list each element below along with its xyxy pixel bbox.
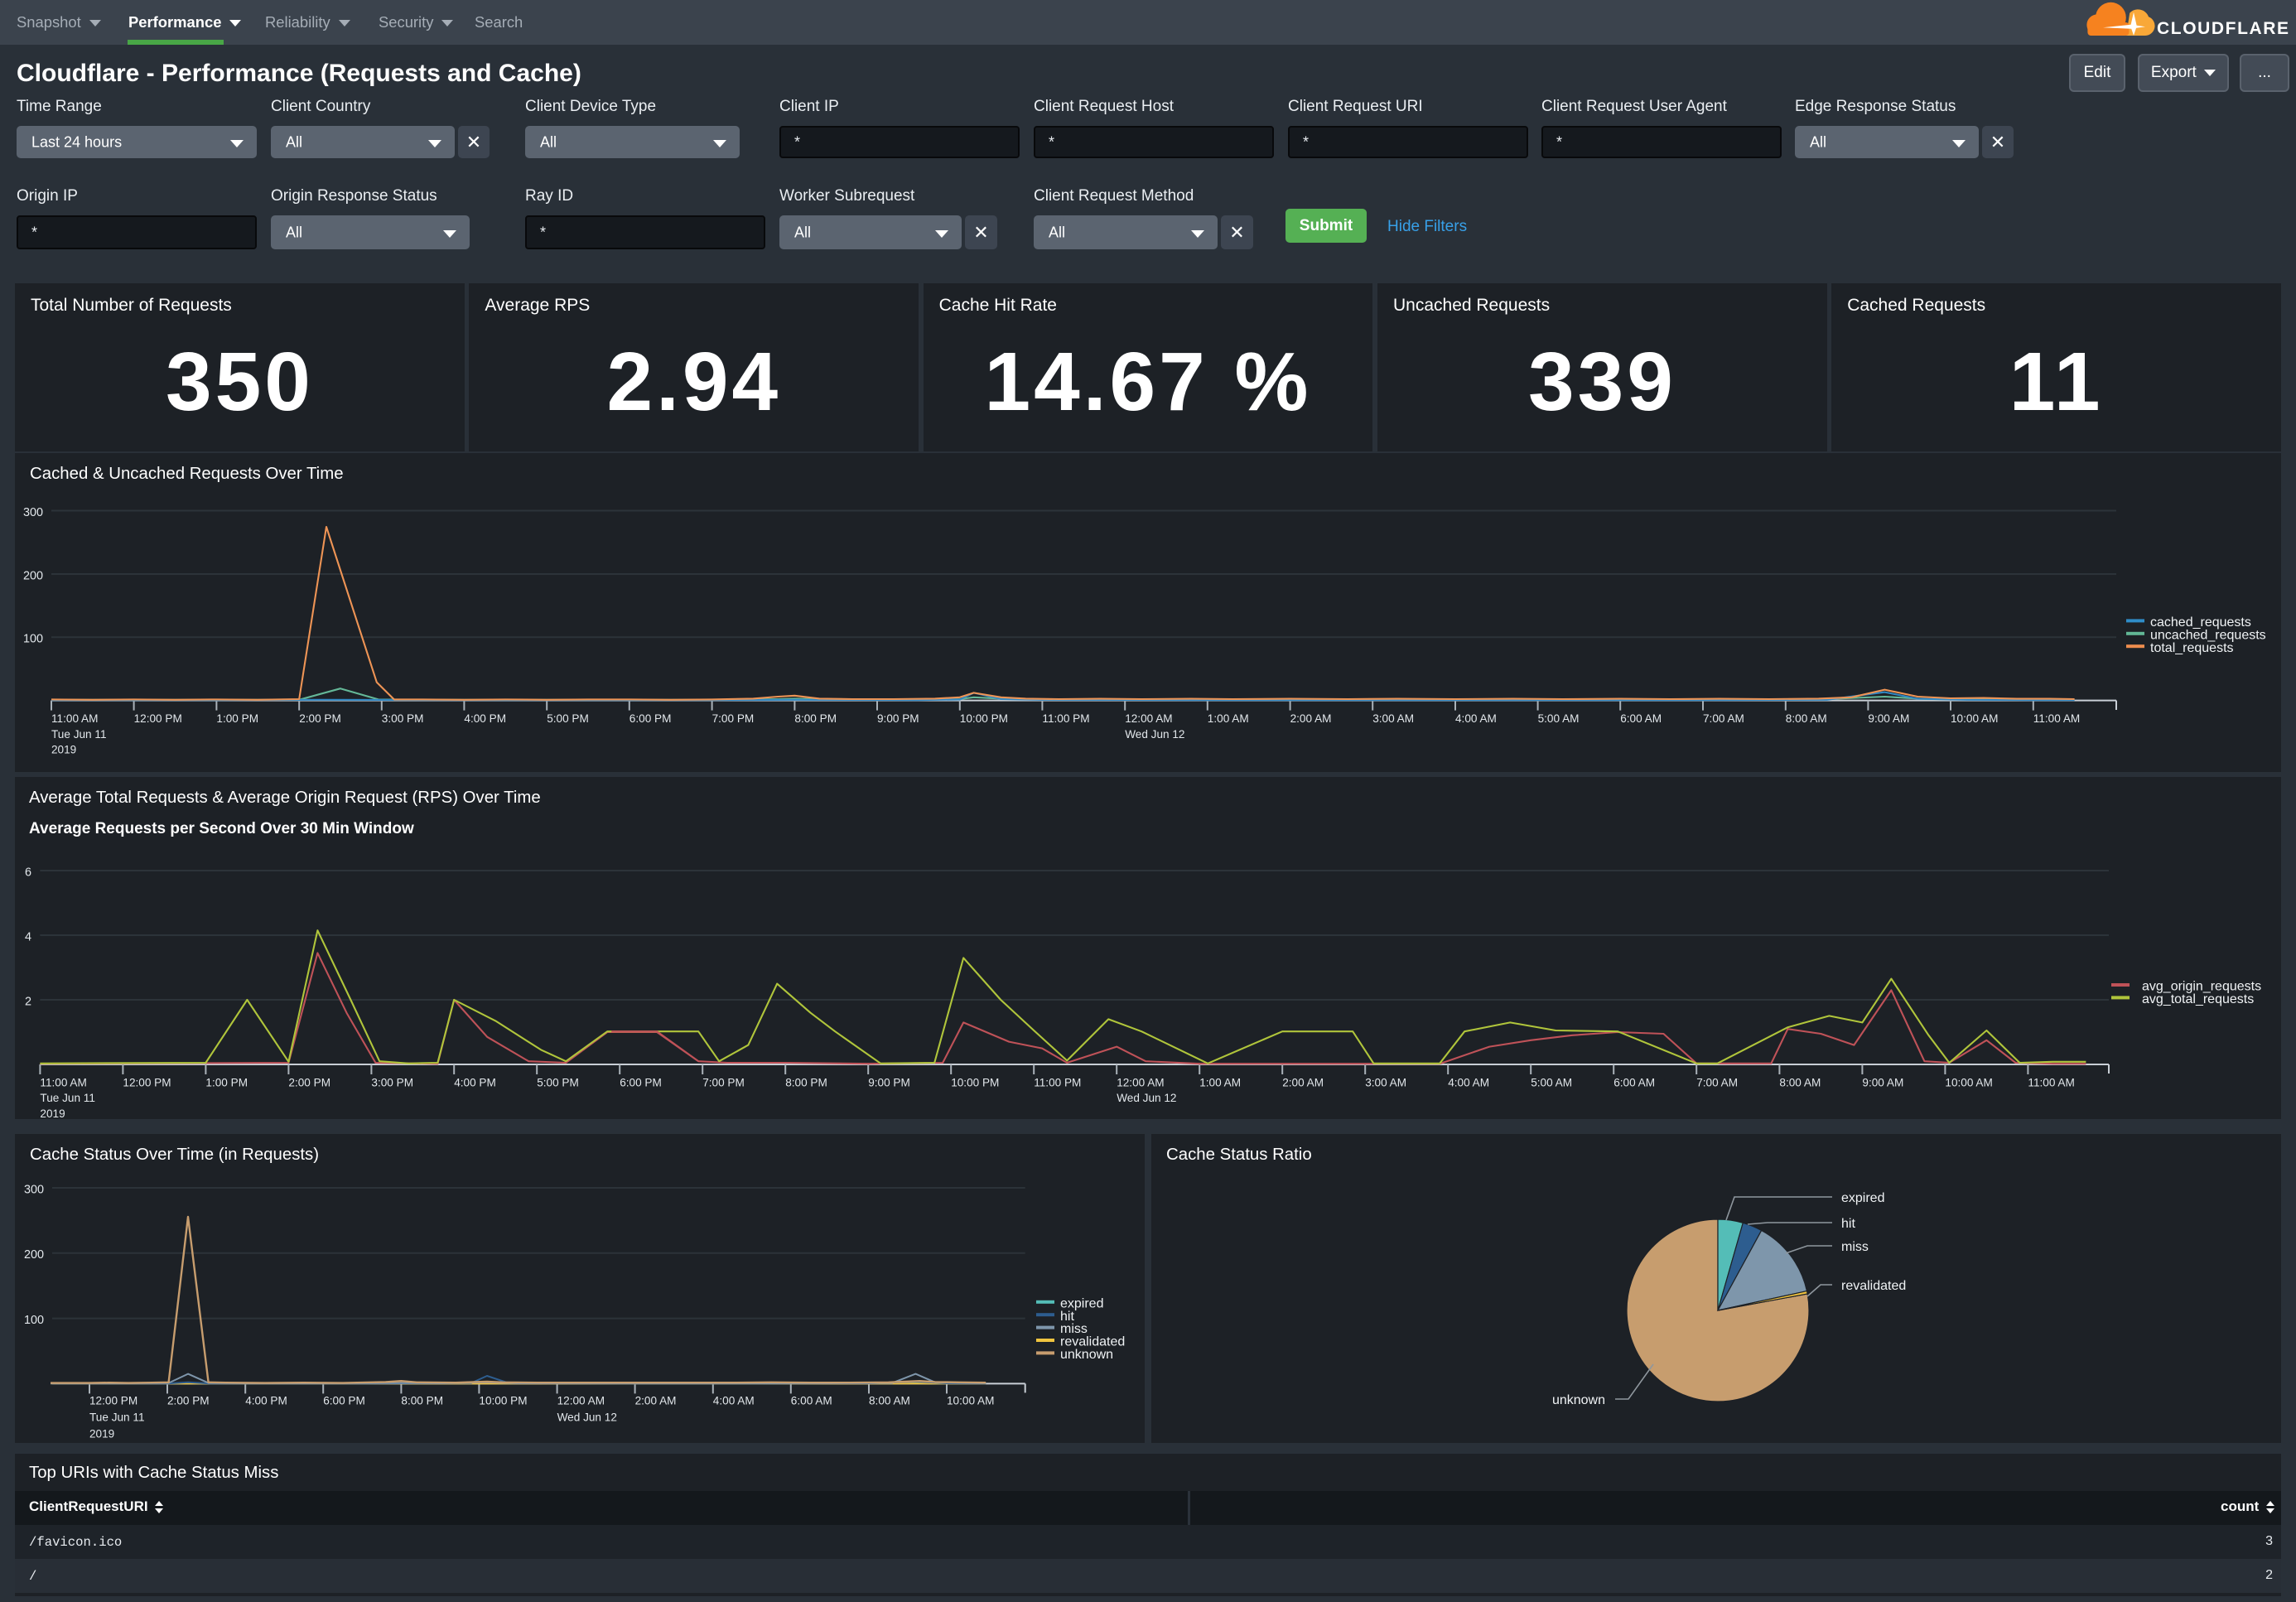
svg-text:hit: hit — [1841, 1217, 1855, 1231]
svg-text:12:00 PM: 12:00 PM — [134, 712, 182, 725]
svg-text:7:00 PM: 7:00 PM — [702, 1076, 745, 1088]
svg-text:9:00 AM: 9:00 AM — [1868, 712, 1909, 725]
svg-text:12:00 PM: 12:00 PM — [89, 1395, 137, 1407]
svg-text:100: 100 — [24, 1314, 44, 1327]
svg-text:10:00 PM: 10:00 PM — [960, 712, 1008, 725]
svg-text:6:00 PM: 6:00 PM — [629, 712, 672, 725]
svg-text:3:00 AM: 3:00 AM — [1372, 712, 1414, 725]
svg-text:4:00 PM: 4:00 PM — [245, 1395, 287, 1407]
svg-text:2019: 2019 — [89, 1428, 114, 1440]
svg-text:9:00 AM: 9:00 AM — [1862, 1076, 1903, 1088]
svg-text:expired: expired — [1841, 1191, 1884, 1205]
svg-text:2:00 AM: 2:00 AM — [1290, 712, 1332, 725]
svg-text:7:00 AM: 7:00 AM — [1696, 1076, 1738, 1088]
svg-text:6:00 AM: 6:00 AM — [1613, 1076, 1655, 1088]
svg-text:200: 200 — [23, 569, 43, 582]
svg-text:unknown: unknown — [1060, 1348, 1113, 1362]
svg-text:8:00 AM: 8:00 AM — [869, 1395, 910, 1407]
svg-text:10:00 PM: 10:00 PM — [479, 1395, 527, 1407]
svg-text:11:00 AM: 11:00 AM — [51, 712, 98, 725]
svg-text:6: 6 — [25, 866, 31, 879]
svg-text:2:00 PM: 2:00 PM — [288, 1076, 330, 1088]
svg-text:2019: 2019 — [51, 744, 76, 756]
svg-text:total_requests: total_requests — [2150, 641, 2234, 655]
svg-text:8:00 PM: 8:00 PM — [401, 1395, 443, 1407]
svg-text:miss: miss — [1841, 1240, 1869, 1254]
svg-text:1:00 AM: 1:00 AM — [1199, 1076, 1241, 1088]
svg-text:8:00 PM: 8:00 PM — [794, 712, 837, 725]
svg-text:2:00 PM: 2:00 PM — [299, 712, 341, 725]
svg-text:1:00 PM: 1:00 PM — [205, 1076, 248, 1088]
svg-text:9:00 PM: 9:00 PM — [877, 712, 919, 725]
svg-text:100: 100 — [23, 633, 43, 646]
svg-text:2019: 2019 — [40, 1107, 65, 1119]
svg-text:4:00 AM: 4:00 AM — [713, 1395, 755, 1407]
svg-text:12:00 AM: 12:00 AM — [557, 1395, 605, 1407]
svg-text:Tue Jun 11: Tue Jun 11 — [51, 728, 107, 741]
svg-text:8:00 PM: 8:00 PM — [785, 1076, 827, 1088]
svg-text:9:00 PM: 9:00 PM — [868, 1076, 910, 1088]
svg-text:2:00 PM: 2:00 PM — [167, 1395, 210, 1407]
svg-text:2:00 AM: 2:00 AM — [1282, 1076, 1324, 1088]
svg-text:3:00 PM: 3:00 PM — [371, 1076, 413, 1088]
svg-text:10:00 AM: 10:00 AM — [1945, 1076, 1992, 1088]
svg-text:5:00 PM: 5:00 PM — [537, 1076, 579, 1088]
svg-text:Wed Jun 12: Wed Jun 12 — [1117, 1092, 1176, 1104]
svg-text:Wed Jun 12: Wed Jun 12 — [557, 1411, 617, 1424]
svg-text:4:00 PM: 4:00 PM — [464, 712, 506, 725]
svg-text:6:00 PM: 6:00 PM — [323, 1395, 365, 1407]
svg-text:300: 300 — [24, 1183, 44, 1196]
svg-text:12:00 PM: 12:00 PM — [123, 1076, 171, 1088]
svg-text:8:00 AM: 8:00 AM — [1786, 712, 1827, 725]
svg-text:2: 2 — [25, 995, 31, 1008]
svg-text:avg_total_requests: avg_total_requests — [2142, 992, 2254, 1006]
svg-text:5:00 AM: 5:00 AM — [1538, 712, 1580, 725]
svg-text:6:00 AM: 6:00 AM — [1620, 712, 1662, 725]
svg-text:10:00 AM: 10:00 AM — [947, 1395, 994, 1407]
svg-text:6:00 PM: 6:00 PM — [620, 1076, 662, 1088]
svg-text:Tue Jun 11: Tue Jun 11 — [89, 1411, 145, 1424]
svg-text:11:00 PM: 11:00 PM — [1042, 712, 1089, 725]
svg-text:unknown: unknown — [1552, 1393, 1605, 1407]
svg-text:200: 200 — [24, 1248, 44, 1262]
svg-text:11:00 AM: 11:00 AM — [2028, 1076, 2074, 1088]
svg-text:11:00 AM: 11:00 AM — [40, 1076, 86, 1088]
svg-text:11:00 PM: 11:00 PM — [1034, 1076, 1081, 1088]
svg-text:10:00 PM: 10:00 PM — [951, 1076, 999, 1088]
svg-text:1:00 AM: 1:00 AM — [1208, 712, 1249, 725]
svg-text:2:00 AM: 2:00 AM — [635, 1395, 677, 1407]
svg-text:11:00 AM: 11:00 AM — [2033, 712, 2080, 725]
svg-text:8:00 AM: 8:00 AM — [1779, 1076, 1821, 1088]
svg-text:Wed Jun 12: Wed Jun 12 — [1125, 728, 1184, 741]
svg-text:10:00 AM: 10:00 AM — [1951, 712, 1998, 725]
svg-text:Tue Jun 11: Tue Jun 11 — [40, 1092, 95, 1104]
svg-text:7:00 PM: 7:00 PM — [712, 712, 755, 725]
svg-text:4:00 AM: 4:00 AM — [1455, 712, 1497, 725]
svg-text:4:00 PM: 4:00 PM — [454, 1076, 496, 1088]
svg-text:revalidated: revalidated — [1841, 1279, 1906, 1293]
svg-text:12:00 AM: 12:00 AM — [1125, 712, 1172, 725]
svg-text:3:00 AM: 3:00 AM — [1365, 1076, 1406, 1088]
svg-text:4:00 AM: 4:00 AM — [1448, 1076, 1489, 1088]
svg-text:4: 4 — [25, 930, 31, 943]
svg-text:5:00 PM: 5:00 PM — [547, 712, 589, 725]
svg-text:5:00 AM: 5:00 AM — [1531, 1076, 1572, 1088]
svg-text:7:00 AM: 7:00 AM — [1703, 712, 1744, 725]
svg-text:300: 300 — [23, 506, 43, 519]
svg-text:CLOUDFLARE: CLOUDFLARE — [2157, 19, 2290, 38]
svg-text:3:00 PM: 3:00 PM — [382, 712, 424, 725]
svg-text:1:00 PM: 1:00 PM — [216, 712, 258, 725]
svg-text:6:00 AM: 6:00 AM — [791, 1395, 832, 1407]
svg-text:12:00 AM: 12:00 AM — [1117, 1076, 1164, 1088]
